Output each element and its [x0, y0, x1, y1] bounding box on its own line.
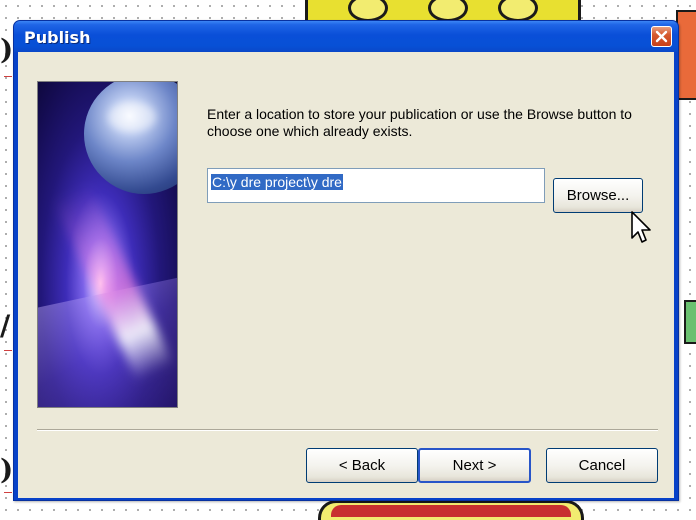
close-icon [655, 30, 668, 43]
close-button[interactable] [651, 26, 672, 47]
background-mark: ) [0, 453, 14, 486]
drawing-shape [498, 0, 538, 22]
title-bar[interactable]: Publish [14, 21, 678, 52]
background-mark [4, 492, 12, 496]
selected-path-text: C:\y dre project\y dre [211, 174, 343, 190]
background-mark [4, 350, 12, 354]
earth-graphic [84, 82, 177, 194]
location-path-input[interactable]: C:\y dre project\y dre [207, 168, 545, 203]
wizard-side-image [37, 81, 178, 408]
back-button[interactable]: < Back [306, 448, 418, 483]
background-drawing-bottom [318, 500, 584, 520]
browse-button[interactable]: Browse... [553, 178, 643, 213]
mouse-pointer-icon [631, 211, 651, 243]
dialog-title: Publish [24, 28, 91, 47]
background-drawing-right-green [684, 300, 696, 344]
publish-dialog: Publish Enter a location to store your p… [13, 20, 679, 501]
drawing-shape [331, 505, 571, 517]
drawing-shape [428, 0, 468, 22]
background-mark [4, 76, 12, 80]
background-mark: / [0, 309, 11, 342]
drawing-shape [348, 0, 388, 22]
next-button[interactable]: Next > [418, 448, 531, 483]
instructions-text: Enter a location to store your publicati… [207, 106, 632, 139]
background-mark: ) [0, 33, 14, 66]
cancel-button[interactable]: Cancel [546, 448, 658, 483]
earth-highlight [108, 102, 156, 132]
separator [37, 429, 658, 431]
background-drawing-right [676, 10, 696, 100]
dialog-body: Enter a location to store your publicati… [18, 52, 674, 498]
